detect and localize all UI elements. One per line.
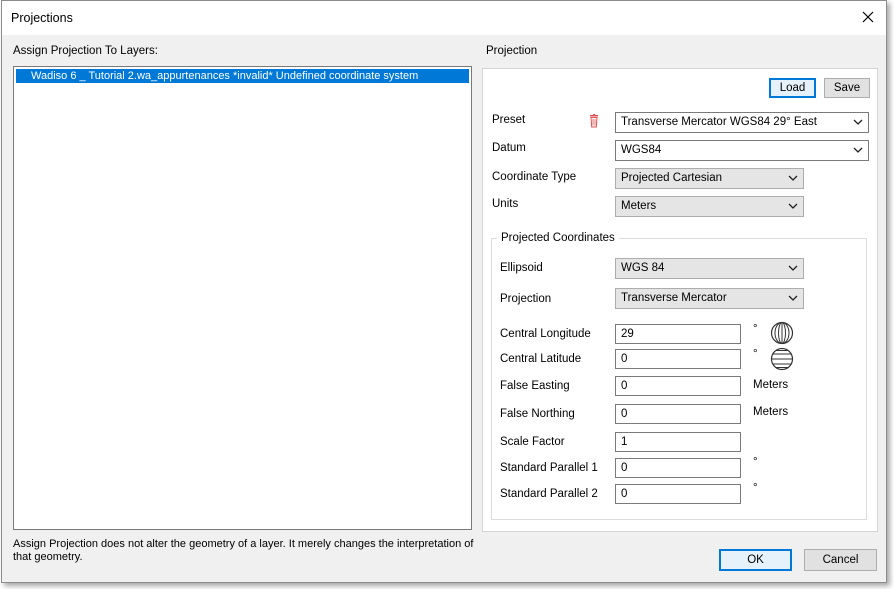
chevron-down-icon — [853, 119, 863, 125]
preset-label: Preset — [492, 114, 526, 126]
false-northing-label: False Northing — [500, 408, 575, 420]
units-label: Units — [492, 198, 519, 210]
central-longitude-unit: ° — [753, 323, 758, 335]
datum-combo[interactable]: WGS84 — [615, 140, 869, 161]
central-latitude-unit: ° — [753, 348, 758, 360]
scale-factor-label: Scale Factor — [500, 436, 565, 448]
preset-combo[interactable]: Transverse Mercator WGS84 29° East — [615, 112, 869, 133]
coordinate-type-value: Projected Cartesian — [621, 172, 722, 184]
chevron-down-icon — [788, 175, 798, 181]
ok-button[interactable]: OK — [719, 549, 792, 571]
trash-icon — [590, 114, 598, 128]
layers-list[interactable]: Wadiso 6 _ Tutorial 2.wa_appurtenances *… — [13, 66, 472, 530]
units-combo[interactable]: Meters — [615, 196, 804, 217]
projected-coordinates-title: Projected Coordinates — [497, 232, 619, 244]
projections-dialog: Projections Assign Projection To Layers:… — [1, 0, 887, 583]
list-item[interactable]: Wadiso 6 _ Tutorial 2.wa_appurtenances *… — [16, 69, 469, 83]
window-title: Projections — [11, 11, 73, 25]
central-latitude-label: Central Latitude — [500, 353, 582, 365]
delete-preset-button[interactable] — [589, 114, 599, 131]
chevron-down-icon — [788, 265, 798, 271]
save-button[interactable]: Save — [824, 78, 870, 98]
projection-value: Transverse Mercator — [621, 292, 727, 304]
datum-value: WGS84 — [621, 144, 662, 156]
false-northing-input[interactable]: 0 — [615, 404, 741, 424]
central-longitude-label: Central Longitude — [500, 328, 591, 340]
chevron-down-icon — [853, 147, 863, 153]
longitude-picker-button[interactable] — [770, 321, 794, 348]
ellipsoid-combo[interactable]: WGS 84 — [615, 258, 804, 279]
close-button[interactable] — [854, 5, 882, 29]
coordinate-type-label: Coordinate Type — [492, 171, 577, 183]
std-parallel-2-unit: ° — [753, 482, 758, 494]
latitude-picker-button[interactable] — [770, 347, 794, 374]
chevron-down-icon — [788, 203, 798, 209]
datum-label: Datum — [492, 142, 526, 154]
units-value: Meters — [621, 200, 657, 212]
projection-combo[interactable]: Transverse Mercator — [615, 288, 804, 309]
coordinate-type-combo[interactable]: Projected Cartesian — [615, 168, 804, 189]
std-parallel-2-input[interactable]: 0 — [615, 484, 741, 504]
projection-heading: Projection — [486, 45, 538, 57]
cancel-button[interactable]: Cancel — [804, 549, 877, 571]
globe-latitude-icon — [770, 347, 794, 371]
false-easting-input[interactable]: 0 — [615, 376, 741, 396]
false-easting-label: False Easting — [500, 380, 570, 392]
preset-value: Transverse Mercator WGS84 29° East — [621, 116, 817, 128]
projection-label: Projection — [500, 293, 552, 305]
chevron-down-icon — [788, 295, 798, 301]
globe-longitude-icon — [770, 321, 794, 345]
std-parallel-1-input[interactable]: 0 — [615, 458, 741, 478]
title-bar: Projections — [2, 1, 886, 35]
central-longitude-input[interactable]: 29 — [615, 324, 741, 344]
false-easting-unit: Meters — [753, 379, 789, 391]
std-parallel-2-label: Standard Parallel 2 — [500, 488, 598, 500]
ellipsoid-label: Ellipsoid — [500, 262, 543, 274]
central-latitude-input[interactable]: 0 — [615, 349, 741, 369]
load-button[interactable]: Load — [769, 78, 816, 98]
std-parallel-1-unit: ° — [753, 456, 758, 468]
scale-factor-input[interactable]: 1 — [615, 432, 741, 452]
assign-layers-heading: Assign Projection To Layers: — [13, 45, 158, 57]
std-parallel-1-label: Standard Parallel 1 — [500, 462, 598, 474]
close-icon — [862, 11, 874, 23]
assign-note: Assign Projection does not alter the geo… — [13, 538, 474, 563]
ellipsoid-value: WGS 84 — [621, 262, 665, 274]
false-northing-unit: Meters — [753, 406, 789, 418]
